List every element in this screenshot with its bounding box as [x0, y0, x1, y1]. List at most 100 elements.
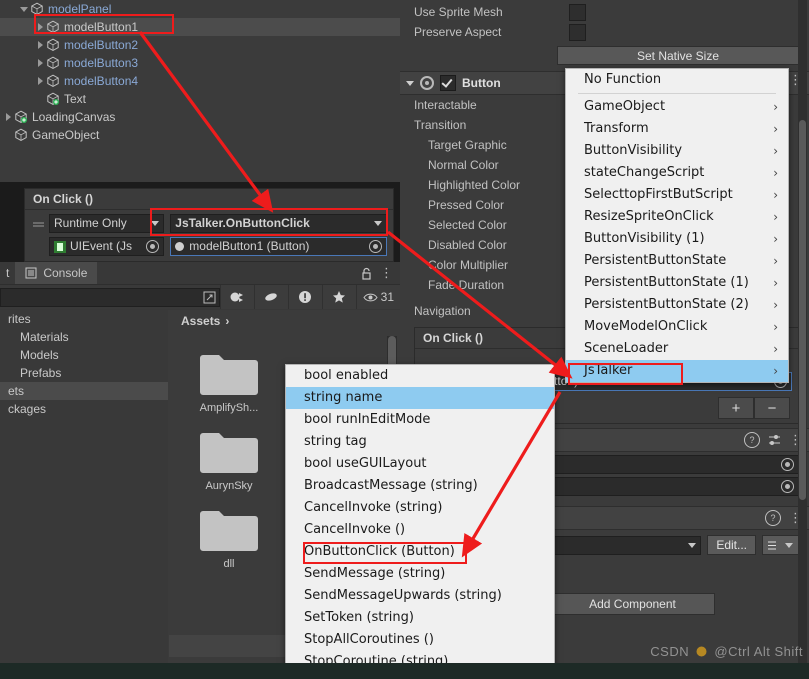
disclosure-triangle-icon[interactable]	[20, 0, 30, 18]
menu-item[interactable]: stateChangeScript ›	[566, 162, 788, 184]
menu-item[interactable]: ResizeSpriteOnClick ›	[566, 206, 788, 228]
shader-options-button[interactable]	[762, 535, 799, 555]
menu-item-label: ButtonVisibility (1)	[584, 231, 705, 246]
object-picker-icon[interactable]	[781, 480, 794, 493]
project-tree-item[interactable]: Prefabs	[0, 364, 168, 382]
search-input-field[interactable]	[1, 290, 203, 304]
clear-icon[interactable]	[219, 285, 254, 309]
menu-item[interactable]: PersistentButtonState (1) ›	[566, 272, 788, 294]
object-picker-icon[interactable]	[146, 240, 160, 253]
add-component-button[interactable]: Add Component	[550, 593, 715, 615]
project-tree-item[interactable]: rites	[0, 310, 168, 328]
collapse-icon[interactable]	[253, 285, 288, 309]
disclosure-triangle-icon[interactable]	[36, 54, 46, 72]
edit-shader-button[interactable]: Edit...	[707, 535, 756, 555]
menu-item[interactable]: bool useGUILayout	[286, 453, 554, 475]
function-dropdown[interactable]: JsTalker.OnButtonClick	[170, 214, 387, 233]
lock-icon[interactable]	[361, 267, 372, 280]
project-tree-item[interactable]: Materials	[0, 328, 168, 346]
menu-item-label: SetToken (string)	[304, 610, 414, 625]
menu-item-label: StopAllCoroutines ()	[304, 632, 434, 647]
inspector-scrollbar[interactable]	[798, 0, 807, 679]
menu-item[interactable]: Transform ›	[566, 118, 788, 140]
breadcrumb[interactable]: Assets ›	[169, 310, 400, 332]
menu-item[interactable]: BroadcastMessage (string)	[286, 475, 554, 497]
hierarchy-item-modelbutton1[interactable]: modelButton1	[0, 18, 400, 36]
target-object-field[interactable]: modelButton1 (Button)	[170, 237, 387, 256]
hierarchy-item-loadingcanvas[interactable]: LoadingCanvas	[0, 108, 400, 126]
console-search-input[interactable]	[0, 287, 220, 307]
asset-item[interactable]: AmplifySh...	[169, 350, 289, 414]
menu-item[interactable]: ButtonVisibility ›	[566, 140, 788, 162]
preserve-aspect-checkbox[interactable]	[569, 23, 586, 41]
remove-event-button[interactable]: −	[754, 397, 790, 419]
hierarchy-item-modelbutton2[interactable]: modelButton2	[0, 36, 400, 54]
hierarchy-list[interactable]: modelPanel modelButton1 modelButton2 modelB…	[0, 0, 400, 144]
menu-item-label: stateChangeScript	[584, 165, 705, 180]
menu-item[interactable]: JsTalker ›	[566, 360, 788, 382]
eye-count-badge[interactable]: 31	[355, 285, 400, 309]
menu-item[interactable]: PersistentButtonState ›	[566, 250, 788, 272]
runtime-mode-dropdown[interactable]: Runtime Only	[49, 214, 165, 233]
folder-icon	[198, 350, 260, 398]
project-folder-tree[interactable]: rites Materials Models Prefabs ets ckages	[0, 310, 168, 679]
menu-item[interactable]: No Function	[566, 69, 788, 91]
menu-item[interactable]: SendMessageUpwards (string)	[286, 585, 554, 607]
menu-item[interactable]: StopAllCoroutines ()	[286, 629, 554, 651]
tab-console[interactable]: Console	[15, 262, 98, 284]
object-picker-icon[interactable]	[781, 458, 794, 471]
error-pause-icon[interactable]	[287, 285, 322, 309]
disclosure-triangle-icon[interactable]	[36, 36, 46, 54]
object-picker-icon[interactable]	[369, 240, 382, 253]
menu-item[interactable]: string name	[286, 387, 554, 409]
project-tree-item[interactable]: Models	[0, 346, 168, 364]
component-object-field[interactable]: UIEvent (Js	[49, 237, 165, 256]
drag-handle-icon[interactable]	[31, 219, 47, 229]
chevron-down-icon[interactable]	[406, 80, 414, 86]
hierarchy-item-text[interactable]: Text	[0, 90, 400, 108]
project-tree-item[interactable]: ckages	[0, 400, 168, 418]
property-label: Color Multiplier	[428, 258, 509, 272]
preset-icon[interactable]	[768, 434, 781, 447]
inspector-scroll-thumb[interactable]	[799, 120, 806, 500]
menu-item[interactable]: bool runInEditMode	[286, 409, 554, 431]
menu-item[interactable]: CancelInvoke (string)	[286, 497, 554, 519]
member-selector-menu[interactable]: bool enabled string name bool runInEditMod…	[285, 364, 555, 674]
menu-item[interactable]: OnButtonClick (Button)	[286, 541, 554, 563]
menu-item[interactable]: PersistentButtonState (2) ›	[566, 294, 788, 316]
asset-item[interactable]: AurynSky	[169, 428, 289, 492]
menu-item[interactable]: CancelInvoke ()	[286, 519, 554, 541]
disclosure-triangle-icon[interactable]	[4, 108, 14, 126]
function-selector-menu[interactable]: No Function GameObject › Transform › ButtonVi…	[565, 68, 789, 383]
hierarchy-item-gameobject[interactable]: GameObject	[0, 126, 400, 144]
menu-item[interactable]: SetToken (string)	[286, 607, 554, 629]
menu-item[interactable]: SendMessage (string)	[286, 563, 554, 585]
menu-item[interactable]: MoveModelOnClick ›	[566, 316, 788, 338]
disclosure-triangle-icon[interactable]	[36, 18, 46, 36]
menu-item[interactable]: bool enabled	[286, 365, 554, 387]
use-sprite-mesh-checkbox[interactable]	[569, 3, 586, 21]
watermark-logo-icon	[696, 646, 707, 657]
set-native-size-button[interactable]: Set Native Size	[557, 46, 799, 65]
menu-item[interactable]: ButtonVisibility (1) ›	[566, 228, 788, 250]
disclosure-triangle-icon[interactable]	[36, 72, 46, 90]
menu-item[interactable]: SelecttopFirstButScript ›	[566, 184, 788, 206]
hierarchy-item-modelbutton4[interactable]: modelButton4	[0, 72, 400, 90]
breadcrumb-assets[interactable]: Assets	[181, 310, 220, 332]
hierarchy-item-modelpanel[interactable]: modelPanel	[0, 0, 400, 18]
help-icon[interactable]: ?	[765, 510, 781, 526]
component-enabled-checkbox[interactable]	[440, 75, 456, 91]
star-icon[interactable]	[321, 285, 356, 309]
menu-item[interactable]: SceneLoader ›	[566, 338, 788, 360]
expand-search-icon[interactable]	[203, 291, 216, 304]
menu-item[interactable]: string tag	[286, 431, 554, 453]
kebab-menu-icon[interactable]: ⋮	[380, 266, 393, 279]
menu-item[interactable]: GameObject ›	[566, 96, 788, 118]
add-event-button[interactable]: +	[718, 397, 754, 419]
asset-item[interactable]: dll	[169, 506, 289, 570]
project-tree-item[interactable]: ets	[0, 382, 168, 400]
tab-partial-left[interactable]: t	[0, 262, 15, 284]
hierarchy-item-modelbutton3[interactable]: modelButton3	[0, 54, 400, 72]
help-icon[interactable]: ?	[744, 432, 760, 448]
